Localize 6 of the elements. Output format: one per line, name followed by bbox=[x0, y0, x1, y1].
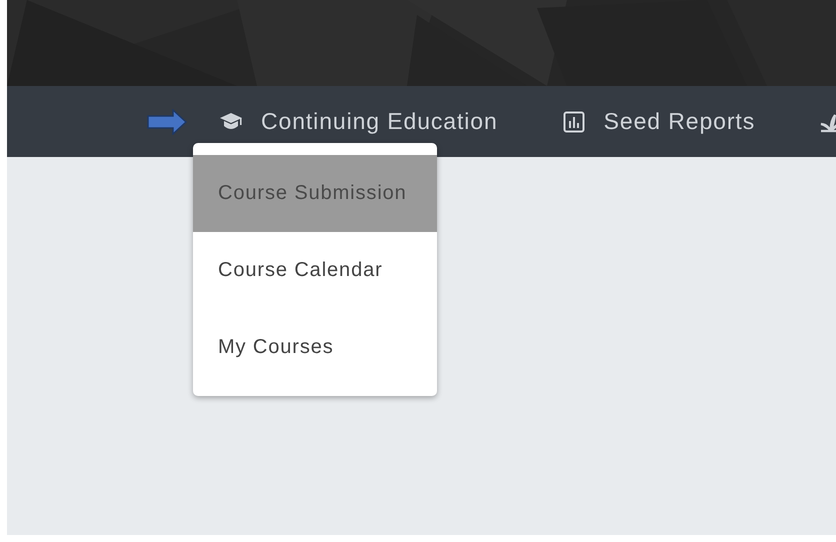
menu-item[interactable]: My Courses bbox=[193, 309, 437, 386]
chart-icon bbox=[562, 110, 586, 132]
nav-item[interactable]: Continuing Education bbox=[219, 108, 498, 135]
arrow-icon bbox=[147, 108, 187, 134]
nav-item[interactable]: Seed Reports bbox=[562, 108, 756, 135]
menu-item[interactable]: Course Calendar bbox=[193, 232, 437, 309]
